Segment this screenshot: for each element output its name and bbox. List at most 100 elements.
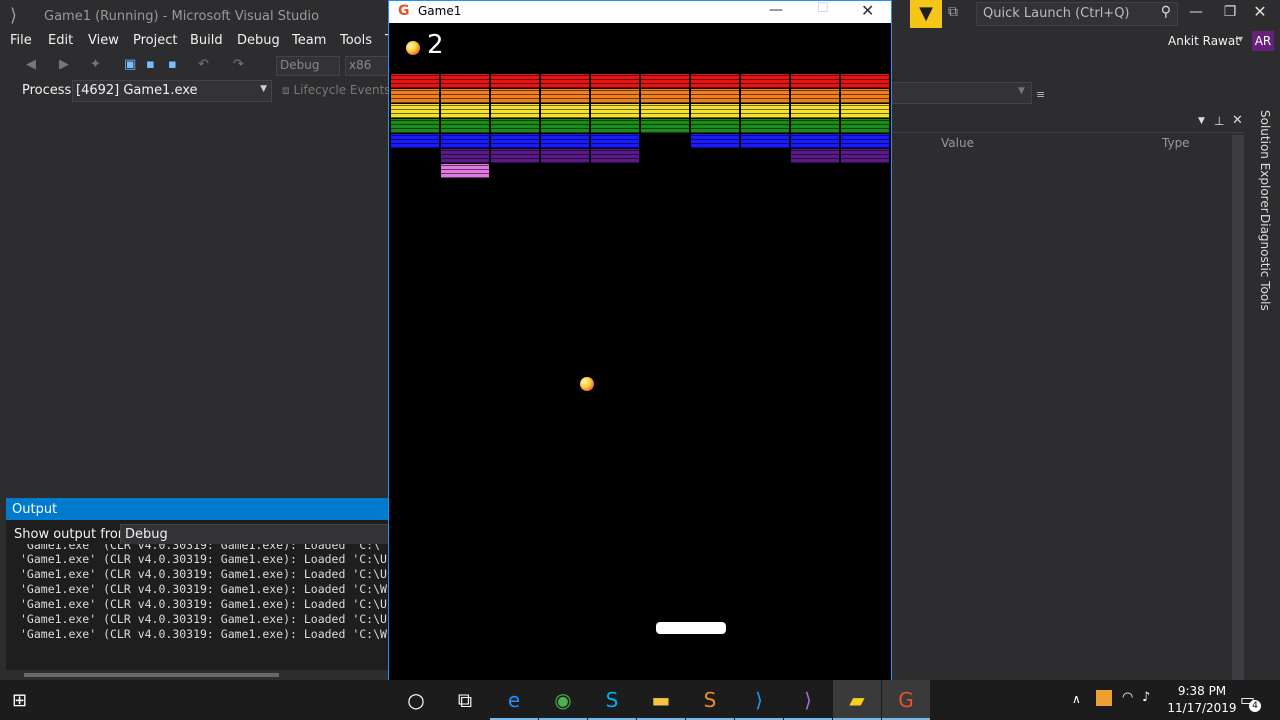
- brick: [791, 119, 839, 133]
- output-line: 'Game1.exe' (CLR v4.0.30319: Game1.exe):…: [20, 567, 387, 581]
- save-icon[interactable]: ▪: [146, 57, 155, 72]
- thread-select[interactable]: [890, 82, 1032, 104]
- notification-filter-icon[interactable]: ▼: [910, 0, 942, 28]
- menu-project[interactable]: Project: [133, 33, 177, 48]
- show-output-from-select[interactable]: Debug: [120, 524, 392, 546]
- search-icon[interactable]: ⚲: [1161, 4, 1171, 20]
- menu-debug[interactable]: Debug: [237, 33, 280, 48]
- back-icon[interactable]: ◀: [26, 57, 36, 72]
- show-output-from-label: Show output from:: [14, 527, 135, 542]
- chevron-down-icon[interactable]: ▼: [260, 84, 267, 94]
- monogame-icon: G: [398, 3, 410, 19]
- sticky-notes-icon[interactable]: ▰: [833, 680, 881, 720]
- redo-icon[interactable]: ↷: [233, 57, 244, 72]
- game-window: G Game1 — ☐ ✕ 2: [388, 0, 892, 682]
- cortana-icon[interactable]: ○: [392, 680, 440, 720]
- process-label: Process:: [22, 83, 76, 98]
- brick: [591, 119, 639, 133]
- user-name[interactable]: Ankit Rawat: [1168, 34, 1240, 48]
- brick: [591, 134, 639, 148]
- save-all-icon[interactable]: ▪: [168, 57, 177, 72]
- brick: [841, 119, 889, 133]
- horizontal-scrollbar[interactable]: [6, 670, 390, 680]
- quick-launch-input[interactable]: Quick Launch (Ctrl+Q) ⚲: [976, 2, 1178, 26]
- brick: [741, 119, 789, 133]
- paddle[interactable]: [656, 622, 726, 634]
- close-icon[interactable]: ✕: [1232, 113, 1243, 128]
- sublime-icon[interactable]: S: [686, 680, 734, 720]
- windows-start-icon[interactable]: ⊞: [12, 690, 34, 712]
- feedback-icon[interactable]: ⧉: [948, 4, 968, 24]
- brick: [541, 149, 589, 163]
- brick: [491, 119, 539, 133]
- output-text[interactable]: 'Game1.exe' (CLR v4.0.30319: Game1.exe):…: [6, 544, 390, 670]
- brick: [691, 104, 739, 118]
- menu-team[interactable]: Team: [292, 33, 326, 48]
- chrome-icon[interactable]: ◉: [539, 680, 587, 720]
- clock-date[interactable]: 11/17/2019: [1164, 701, 1240, 715]
- process-value: [4692] Game1.exe: [76, 83, 198, 98]
- restore-button[interactable]: ❐: [1220, 4, 1240, 20]
- menu-edit[interactable]: Edit: [48, 33, 73, 48]
- task-view-icon[interactable]: ⧉: [441, 680, 489, 720]
- edge-icon[interactable]: e: [490, 680, 538, 720]
- close-button[interactable]: ✕: [1250, 2, 1270, 21]
- brick: [841, 89, 889, 103]
- scrollbar[interactable]: [1232, 135, 1244, 680]
- maximize-button[interactable]: ☐: [817, 1, 829, 16]
- brick: [441, 134, 489, 148]
- brick: [541, 89, 589, 103]
- brick: [691, 89, 739, 103]
- brick: [591, 74, 639, 88]
- file-explorer-icon[interactable]: ▬: [637, 680, 685, 720]
- tray-app-icon[interactable]: [1096, 690, 1112, 706]
- pin-icon[interactable]: ⊥: [1214, 114, 1224, 128]
- taskbar: ⊞ ○ ⧉ e ◉ S ▬ S ⟩ ⟩ ▰ G ∧ ◠ ♪ 9:38 PM 11/17/2019 ▭…: [0, 680, 1280, 720]
- menu-view[interactable]: View: [88, 33, 119, 48]
- new-project-icon[interactable]: ✦: [90, 57, 101, 72]
- avatar[interactable]: AR: [1252, 31, 1274, 51]
- tab-solution-explorer[interactable]: Solution Explorer: [1258, 110, 1272, 213]
- menu-tools[interactable]: Tools: [340, 33, 372, 48]
- clock-time[interactable]: 9:38 PM: [1172, 684, 1232, 698]
- visual-studio-icon[interactable]: ⟩: [784, 680, 832, 720]
- brick: [591, 149, 639, 163]
- volume-icon[interactable]: ♪: [1142, 690, 1150, 705]
- brick: [841, 104, 889, 118]
- menu-file[interactable]: File: [10, 33, 32, 48]
- undo-icon[interactable]: ↶: [198, 57, 209, 72]
- chevron-down-icon[interactable]: ▾: [1238, 34, 1243, 45]
- output-line: 'Game1.exe' (CLR v4.0.30319: Game1.exe):…: [20, 544, 381, 552]
- tab-diagnostic-tools[interactable]: Diagnostic Tools: [1258, 214, 1272, 311]
- wifi-icon[interactable]: ◠: [1122, 690, 1133, 705]
- minimize-button[interactable]: —: [1186, 4, 1206, 20]
- solution-platform-select[interactable]: x86: [345, 56, 392, 76]
- open-file-icon[interactable]: ▣: [124, 57, 136, 72]
- output-title: Output: [12, 502, 58, 517]
- monogame-icon[interactable]: G: [882, 680, 930, 720]
- brick: [541, 104, 589, 118]
- lifecycle-events-button[interactable]: ⧈ Lifecycle Events: [282, 83, 391, 98]
- column-header-type[interactable]: Type: [1162, 136, 1190, 150]
- menu-build[interactable]: Build: [190, 33, 223, 48]
- forward-icon[interactable]: ▶: [59, 57, 69, 72]
- solution-configuration-select[interactable]: Debug: [276, 56, 340, 76]
- minimize-button[interactable]: —: [769, 2, 783, 18]
- vscode-icon[interactable]: ⟩: [735, 680, 783, 720]
- platform-value: x86: [349, 58, 372, 72]
- chevron-up-icon[interactable]: ∧: [1072, 692, 1081, 706]
- process-select[interactable]: [4692] Game1.exe ▼: [72, 80, 272, 102]
- brick: [791, 74, 839, 88]
- scrollbar-thumb[interactable]: [24, 673, 279, 677]
- sort-icon[interactable]: ≡: [1036, 88, 1045, 101]
- close-button[interactable]: ✕: [861, 1, 874, 20]
- chevron-down-icon[interactable]: ▼: [1018, 86, 1025, 96]
- output-line: 'Game1.exe' (CLR v4.0.30319: Game1.exe):…: [20, 627, 387, 641]
- skype-icon[interactable]: S: [588, 680, 636, 720]
- brick: [641, 104, 689, 118]
- game-canvas[interactable]: 2: [390, 24, 890, 680]
- column-header-value[interactable]: Value: [941, 136, 974, 150]
- brick: [491, 134, 539, 148]
- brick: [791, 134, 839, 148]
- panel-menu-icon[interactable]: ▼: [1198, 116, 1205, 126]
